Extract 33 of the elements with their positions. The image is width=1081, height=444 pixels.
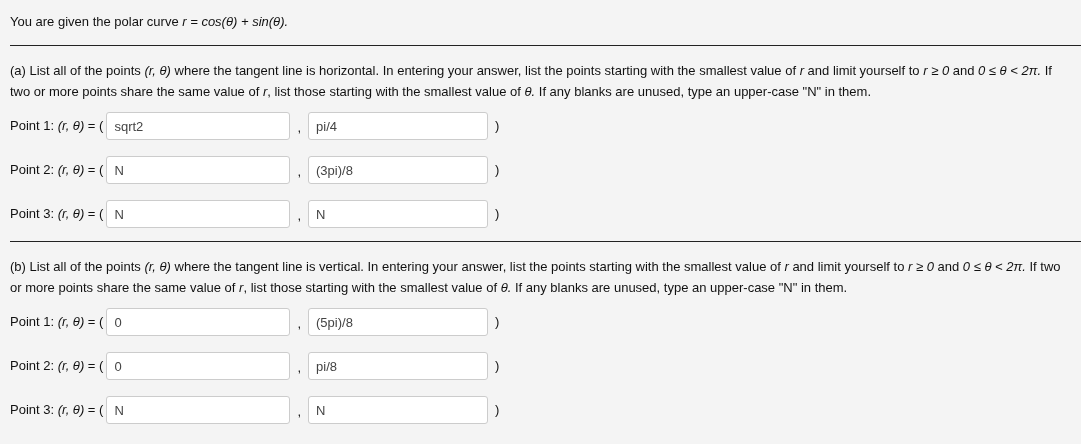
closing-parenthesis: ) xyxy=(495,357,500,376)
closing-parenthesis: ) xyxy=(495,205,500,224)
point-label: Point 3: (r, θ) = ( xyxy=(10,401,104,420)
question-text: (b) List all of the points (r, θ) where the tangent line is vertical. In entering your answer, list the points starting with the smallest value of r and limit yourself to r ≥ 0 and 0 ≤ θ < 2π. If two or more points share the same value of r, list those starting with the smallest value of θ. If any blanks are unused, type an upper-case "N" in them. xyxy=(10,258,1062,297)
point-label: Point 3: (r, θ) = ( xyxy=(10,205,104,224)
comma: , xyxy=(297,206,302,225)
point-label: Point 2: (r, θ) = ( xyxy=(10,161,104,180)
problem-statement: You are given the polar curve r = cos(θ) + sin(θ). xyxy=(10,13,290,31)
comma: , xyxy=(297,358,302,377)
comma: , xyxy=(297,402,302,421)
answer-field[interactable]: (5pi)/8 xyxy=(308,308,489,336)
point-label: Point 1: (r, θ) = ( xyxy=(10,117,104,136)
point-label: Point 2: (r, θ) = ( xyxy=(10,357,104,376)
comma: , xyxy=(297,162,302,181)
question-text: (a) List all of the points (r, θ) where the tangent line is horizontal. In entering your answer, list the points starting with the smallest value of r and limit yourself to r ≥ 0 and 0 ≤ θ < 2π. If two or more points share the same value of r, list those starting with the smallest value of θ. If any blanks are unused, type an upper-case "N" in them. xyxy=(10,62,1053,101)
closing-parenthesis: ) xyxy=(495,161,500,180)
answer-field[interactable]: N xyxy=(308,396,489,424)
closing-parenthesis: ) xyxy=(495,401,500,420)
answer-field[interactable]: sqrt2 xyxy=(106,112,291,140)
comma: , xyxy=(297,314,302,333)
comma: , xyxy=(297,118,302,137)
answer-field[interactable]: pi/8 xyxy=(308,352,489,380)
answer-field[interactable]: 0 xyxy=(106,352,291,380)
closing-parenthesis: ) xyxy=(495,117,500,136)
answer-field[interactable]: 0 xyxy=(106,308,291,336)
closing-parenthesis: ) xyxy=(495,313,500,332)
answer-field[interactable]: N xyxy=(106,200,291,228)
answer-field[interactable]: pi/4 xyxy=(308,112,489,140)
answer-field[interactable]: (3pi)/8 xyxy=(308,156,489,184)
point-label: Point 1: (r, θ) = ( xyxy=(10,313,104,332)
answer-field[interactable]: N xyxy=(106,396,291,424)
answer-field[interactable]: N xyxy=(308,200,489,228)
answer-field[interactable]: N xyxy=(106,156,291,184)
